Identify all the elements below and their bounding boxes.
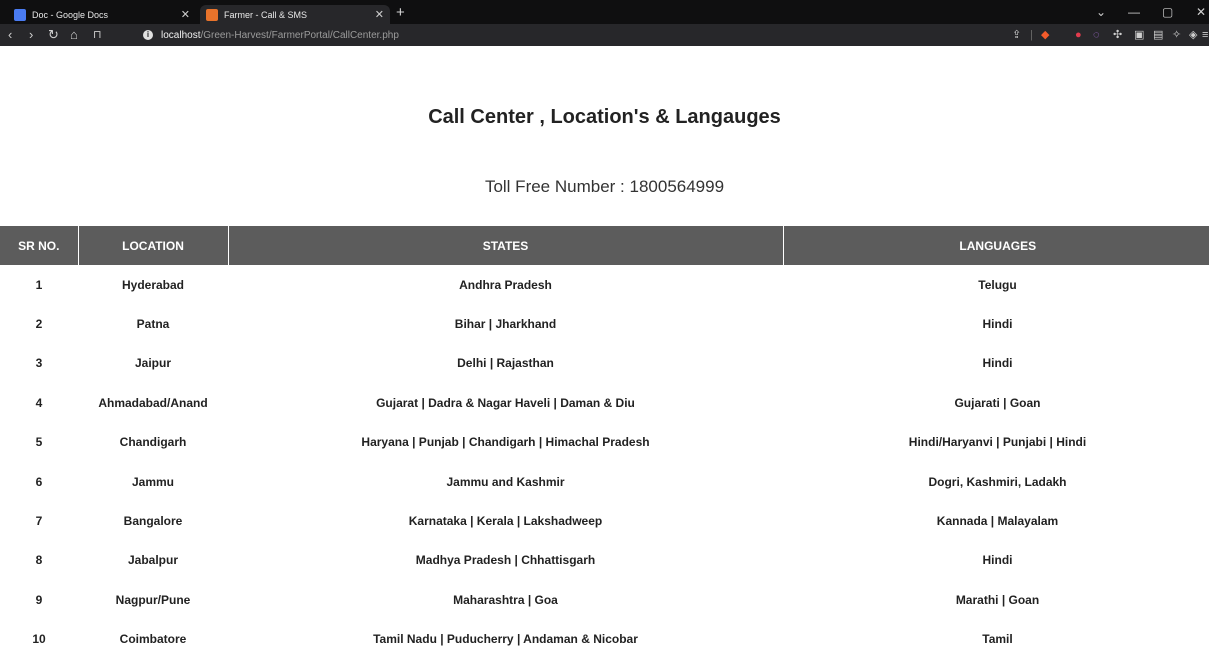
column-header-states: STATES	[227, 226, 783, 265]
tab-label: Farmer - Call & SMS	[224, 9, 308, 20]
browser-tab-strip: Doc - Google Docs ✕ Farmer - Call & SMS …	[0, 0, 1209, 24]
table-row: 1 Hyderabad Andhra Pradesh Telugu	[0, 265, 1209, 304]
cell-sr-no: 8	[35, 553, 43, 568]
cell-languages: Tamil	[982, 632, 1013, 647]
cell-states: Bihar | Jharkhand	[454, 317, 557, 332]
cell-location: Jammu	[131, 474, 175, 489]
cell-location: Ahmadabad/Anand	[98, 395, 208, 410]
cell-languages: Gujarati | Goan	[954, 395, 1041, 410]
table-header-row: SR NO. LOCATION STATES LANGUAGES	[0, 226, 1209, 265]
cell-location: Nagpur/Pune	[115, 592, 191, 607]
cell-states: Madhya Pradesh | Chhattisgarh	[415, 553, 596, 568]
wallet-icon[interactable]: ◌	[1093, 28, 1100, 42]
cell-languages: Kannada | Malayalam	[936, 514, 1059, 529]
new-tab-button[interactable]: +	[396, 4, 405, 22]
table-row: 10 Coimbatore Tamil Nadu | Puducherry | …	[0, 620, 1209, 659]
cell-states: Maharashtra | Goa	[453, 592, 558, 607]
call-center-table: SR NO. LOCATION STATES LANGUAGES 1 Hyder…	[0, 226, 1209, 659]
table-row: 7 Bangalore Karnataka | Kerala | Lakshad…	[0, 501, 1209, 540]
cell-languages: Hindi	[982, 553, 1013, 568]
back-button[interactable]: ‹	[8, 27, 12, 43]
cell-states: Delhi | Rajasthan	[457, 356, 554, 371]
cell-sr-no: 5	[35, 435, 43, 450]
sidebar-icon[interactable]: ▣	[1134, 28, 1144, 42]
table-row: 9 Nagpur/Pune Maharashtra | Goa Marathi …	[0, 580, 1209, 619]
home-icon[interactable]: ⌂	[70, 27, 78, 43]
brave-shield-icon[interactable]: ◆	[1041, 28, 1049, 42]
table-row: 4 Ahmadabad/Anand Gujarat | Dadra & Naga…	[0, 383, 1209, 422]
toll-free-number: Toll Free Number : 1800564999	[484, 177, 725, 196]
cell-states: Karnataka | Kerala | Lakshadweep	[408, 514, 603, 529]
info-icon[interactable]: i	[143, 30, 153, 40]
cell-sr-no: 10	[32, 632, 46, 647]
table-row: 2 Patna Bihar | Jharkhand Hindi	[0, 304, 1209, 343]
table-row: 8 Jabalpur Madhya Pradesh | Chhattisgarh…	[0, 541, 1209, 580]
leo-ai-icon[interactable]: ✧	[1172, 28, 1181, 42]
cell-states: Haryana | Punjab | Chandigarh | Himachal…	[361, 435, 650, 450]
cell-sr-no: 9	[35, 592, 43, 607]
tab-google-docs[interactable]: Doc - Google Docs ✕	[8, 5, 196, 24]
browser-toolbar: ‹ › ↻ ⌂ ⊓ i localhost /Green-Harvest/Far…	[0, 24, 1209, 46]
cell-states: Jammu and Kashmir	[446, 474, 565, 489]
google-docs-icon	[14, 8, 26, 21]
tab-farmer-call-sms[interactable]: Farmer - Call & SMS ✕	[200, 5, 390, 24]
cell-sr-no: 3	[35, 356, 43, 371]
cell-states: Andhra Pradesh	[459, 277, 552, 292]
cell-languages: Hindi	[982, 317, 1013, 332]
minimize-button[interactable]: —	[1128, 4, 1140, 20]
share-icon[interactable]: ⇪	[1012, 28, 1021, 42]
cell-location: Bangalore	[123, 514, 183, 529]
cell-states: Gujarat | Dadra & Nagar Haveli | Daman &…	[376, 395, 635, 410]
cell-sr-no: 2	[35, 317, 43, 332]
url-host: localhost	[161, 29, 201, 41]
table-row: 6 Jammu Jammu and Kashmir Dogri, Kashmir…	[0, 462, 1209, 501]
cell-languages: Telugu	[978, 277, 1017, 292]
cell-languages: Hindi/Haryanvi | Punjabi | Hindi	[908, 435, 1087, 450]
cell-location: Jabalpur	[127, 553, 178, 568]
url-path: /Green-Harvest/FarmerPortal/CallCenter.p…	[200, 29, 399, 41]
address-bar[interactable]: i localhost /Green-Harvest/FarmerPortal/…	[143, 27, 399, 43]
close-icon[interactable]: ✕	[181, 8, 190, 21]
table-row: 3 Jaipur Delhi | Rajasthan Hindi	[0, 344, 1209, 383]
menu-icon[interactable]: ≡	[1202, 28, 1208, 42]
close-icon[interactable]: ✕	[375, 8, 384, 21]
cell-languages: Dogri, Kashmiri, Ladakh	[928, 474, 1067, 489]
toolbar-divider: |	[1030, 29, 1033, 41]
reload-button[interactable]: ↻	[48, 27, 59, 43]
cell-sr-no: 6	[35, 474, 43, 489]
cell-languages: Hindi	[982, 356, 1013, 371]
cell-location: Chandigarh	[119, 435, 187, 450]
column-header-languages: LANGUAGES	[782, 226, 1209, 265]
cell-location: Hyderabad	[121, 277, 185, 292]
close-window-button[interactable]: ✕	[1196, 4, 1206, 20]
cell-languages: Marathi | Goan	[955, 592, 1040, 607]
cell-states: Tamil Nadu | Puducherry | Andaman & Nico…	[373, 632, 638, 647]
restore-button[interactable]: ▢	[1162, 4, 1173, 20]
forward-button[interactable]: ›	[29, 27, 33, 43]
vpn-shield-icon[interactable]: ◈	[1189, 28, 1197, 42]
tab-manager-icon[interactable]: ▤	[1153, 28, 1163, 42]
cell-location: Coimbatore	[119, 632, 187, 647]
site-favicon-icon	[206, 8, 218, 21]
cell-location: Patna	[136, 317, 170, 332]
chevron-down-icon[interactable]: ⌄	[1096, 4, 1106, 20]
column-header-sr-no: SR NO.	[0, 226, 78, 265]
extensions-puzzle-icon[interactable]: ✣	[1113, 28, 1122, 42]
tab-label: Doc - Google Docs	[32, 9, 109, 20]
cell-sr-no: 1	[35, 277, 43, 292]
column-header-location: LOCATION	[77, 226, 228, 265]
bookmark-icon[interactable]: ⊓	[93, 27, 102, 43]
extension-red-icon[interactable]: ●	[1075, 28, 1082, 42]
page-title: Call Center , Location's & Langauges	[428, 106, 781, 128]
cell-location: Jaipur	[134, 356, 171, 371]
cell-sr-no: 4	[35, 395, 43, 410]
table-row: 5 Chandigarh Haryana | Punjab | Chandiga…	[0, 423, 1209, 462]
cell-sr-no: 7	[35, 514, 43, 529]
